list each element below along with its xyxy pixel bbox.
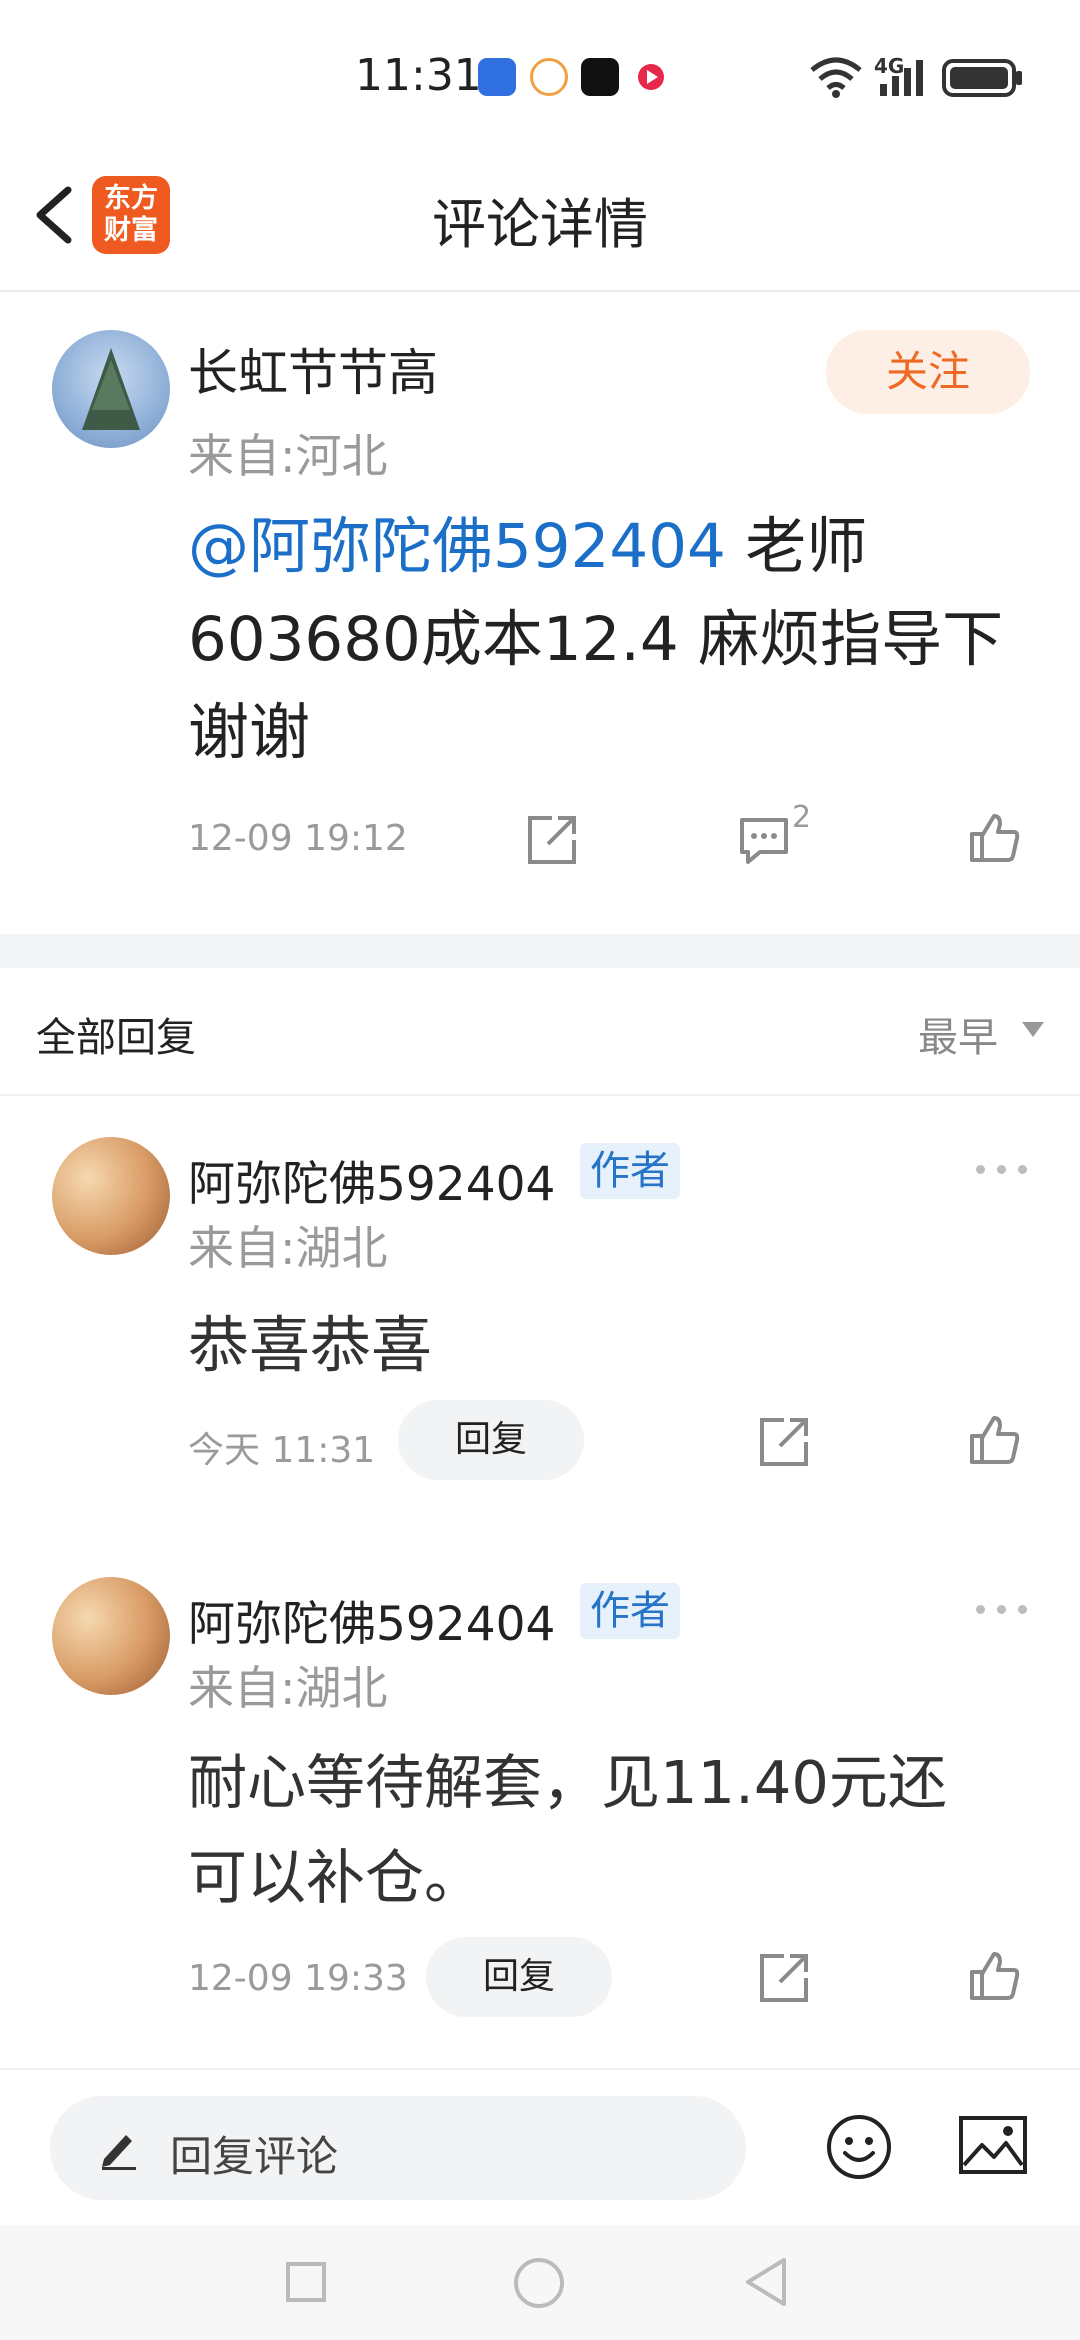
recents-button[interactable]: [286, 2262, 326, 2302]
like-icon[interactable]: [966, 1948, 1022, 2004]
divider: [0, 1094, 1080, 1096]
reply-timestamp: 今天 11:31: [188, 1430, 376, 1471]
reply-button[interactable]: 回复: [426, 1937, 612, 2017]
reply-text: 恭喜恭喜: [188, 1310, 433, 1381]
more-options-icon[interactable]: [976, 1602, 1032, 1616]
author-badge: 作者: [580, 1583, 680, 1639]
comment-count: 2: [792, 800, 812, 835]
post-text-line2: 603680成本12.4 麻烦指导下: [188, 604, 1004, 675]
app-notification-icon: [581, 58, 619, 96]
pencil-icon: [102, 2135, 136, 2170]
reply-author-name[interactable]: 阿弥陀佛592404: [188, 1145, 555, 1214]
reply-input-placeholder[interactable]: 回复评论: [170, 2123, 338, 2184]
bottom-divider: [0, 2068, 1080, 2070]
reply-timestamp: 12-09 19:33: [188, 1958, 408, 1999]
avatar[interactable]: [52, 1577, 170, 1695]
app-notification-icon: [530, 58, 568, 96]
app-notification-icon: [478, 58, 516, 96]
battery-icon: [942, 59, 1022, 97]
status-time: 11:31: [355, 50, 482, 101]
comment-icon[interactable]: [736, 812, 792, 868]
reply-author-name[interactable]: 阿弥陀佛592404: [188, 1585, 555, 1654]
post-location: 来自:河北: [188, 429, 388, 483]
reply-text-line2: 可以补仓。: [188, 1843, 484, 1912]
wifi-icon: [810, 57, 862, 98]
reply-button[interactable]: 回复: [398, 1400, 584, 1480]
signal-icon: [880, 60, 923, 96]
back-nav-button[interactable]: [744, 2256, 788, 2308]
post-timestamp: 12-09 19:12: [188, 818, 408, 859]
reply-location: 来自:湖北: [188, 1221, 388, 1275]
sort-dropdown[interactable]: 最早: [918, 1005, 998, 1063]
follow-button[interactable]: 关注: [826, 330, 1030, 414]
emoji-icon[interactable]: [825, 2113, 893, 2181]
image-icon[interactable]: [958, 2115, 1028, 2177]
avatar[interactable]: [52, 1137, 170, 1255]
post-author-name[interactable]: 长虹节节高: [188, 333, 438, 405]
post-text-line1: 老师: [725, 511, 868, 582]
home-button[interactable]: [514, 2258, 564, 2308]
reply-input[interactable]: [50, 2096, 746, 2200]
section-divider: [0, 934, 1080, 968]
app-notification-icon: [632, 58, 670, 96]
avatar[interactable]: [52, 330, 170, 448]
caret-down-icon[interactable]: [1022, 1022, 1044, 1037]
like-icon[interactable]: [966, 1412, 1022, 1468]
like-icon[interactable]: [966, 810, 1022, 866]
all-replies-label: 全部回复: [36, 1015, 196, 1061]
post-text-line3: 谢谢: [188, 697, 311, 768]
share-icon[interactable]: [524, 812, 580, 868]
reply-text-line1: 耐心等待解套，见11.40元还: [188, 1748, 947, 1817]
mention-link[interactable]: @阿弥陀佛592404: [188, 511, 726, 582]
share-icon[interactable]: [756, 1414, 812, 1470]
post-content: @阿弥陀佛592404 老师 603680成本12.4 麻烦指导下 谢谢: [188, 500, 1048, 779]
page-title: 评论详情: [432, 193, 648, 256]
status-bar: 11:31 4G: [0, 0, 1080, 150]
share-icon[interactable]: [756, 1950, 812, 2006]
reply-location: 来自:湖北: [188, 1661, 388, 1715]
author-badge: 作者: [580, 1143, 680, 1199]
more-options-icon[interactable]: [976, 1162, 1032, 1176]
